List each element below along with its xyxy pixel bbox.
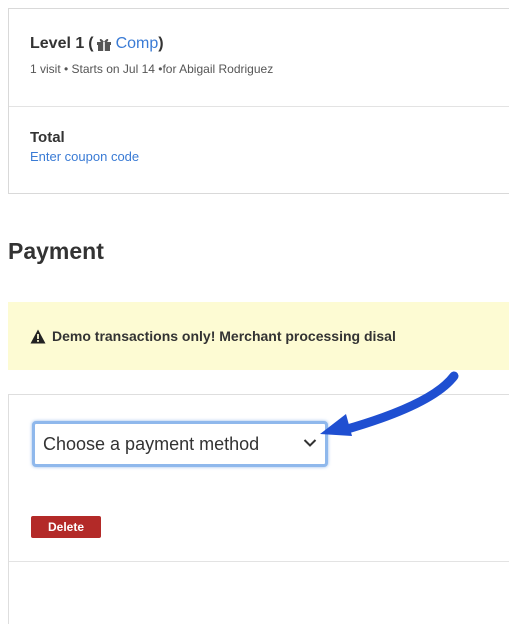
enter-coupon-link[interactable]: Enter coupon code [30, 149, 139, 164]
order-line-item: Level 1 ( Comp ) 1 visit • Starts on Jul… [9, 9, 509, 107]
total-label: Total [30, 129, 65, 146]
delete-button[interactable]: Delete [31, 516, 101, 538]
item-title-row: Level 1 ( Comp ) [30, 35, 509, 53]
warning-icon [30, 329, 46, 343]
order-total: Total Enter coupon code [9, 107, 509, 166]
card-divider [9, 561, 509, 562]
paren-open: ( [88, 35, 94, 52]
order-summary-card: Level 1 ( Comp ) 1 visit • Starts on Jul… [8, 8, 509, 194]
paren-close: ) [158, 35, 164, 52]
warning-text: Demo transactions only! Merchant process… [52, 328, 396, 344]
item-title: Level 1 [30, 35, 85, 52]
gift-icon [96, 38, 111, 51]
payment-method-selected: Choose a payment method [43, 433, 260, 454]
payment-heading: Payment [8, 238, 104, 264]
payment-method-select[interactable]: Choose a payment method [32, 421, 328, 467]
demo-warning-banner: Demo transactions only! Merchant process… [8, 302, 509, 370]
chevron-down-icon [303, 439, 317, 447]
item-subtitle: 1 visit • Starts on Jul 14 •for Abigail … [30, 62, 274, 76]
comp-link[interactable]: Comp [116, 35, 159, 53]
annotation-arrow-icon [320, 371, 459, 436]
